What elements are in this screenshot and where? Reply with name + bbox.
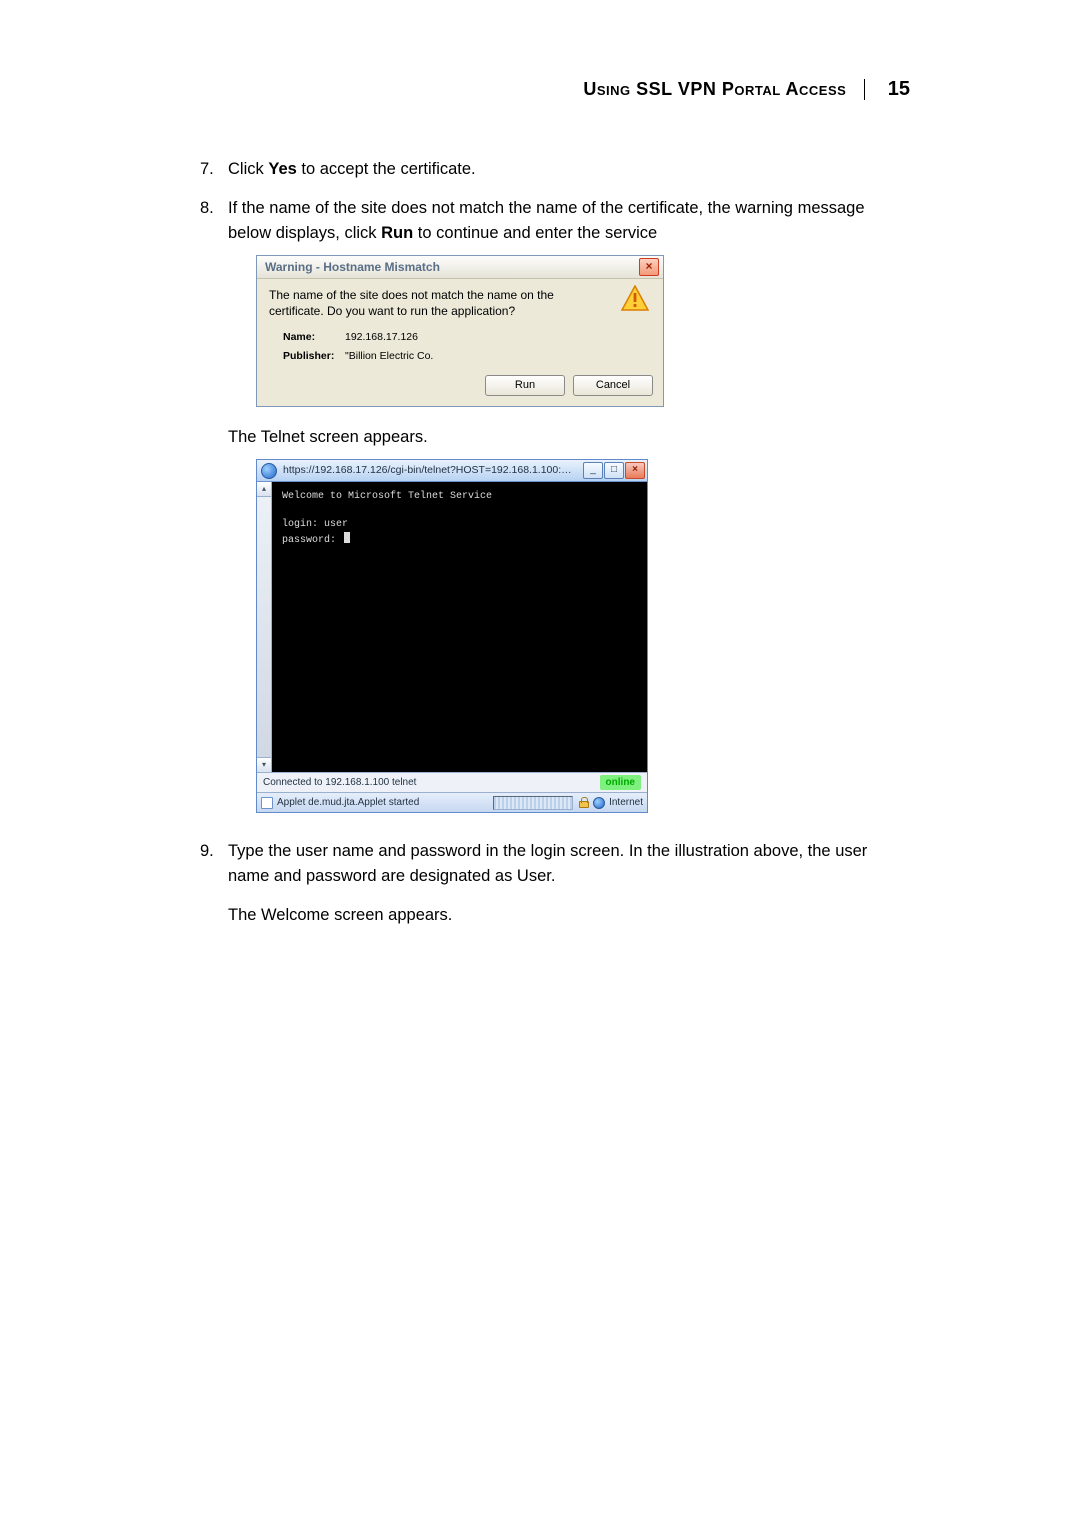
- field-value: "Billion Electric Co.: [345, 349, 433, 365]
- status-bar-connection: Connected to 192.168.1.100 telnet online: [257, 772, 647, 792]
- close-button[interactable]: ×: [625, 462, 645, 479]
- field-label: Name:: [283, 330, 345, 346]
- step-9-followup: The Welcome screen appears.: [228, 903, 910, 928]
- close-icon[interactable]: ×: [639, 258, 659, 276]
- instruction-list: 7. Click Yes to accept the certificate. …: [200, 157, 910, 936]
- telnet-window: https://192.168.17.126/cgi-bin/telnet?HO…: [256, 459, 648, 813]
- section-title: Using SSL VPN Portal Access: [583, 79, 865, 100]
- connection-status: Connected to 192.168.1.100 telnet: [263, 775, 416, 790]
- dialog-titlebar: Warning - Hostname Mismatch ×: [257, 256, 663, 279]
- text: Click: [228, 160, 268, 178]
- figure-warning-dialog: Warning - Hostname Mismatch × The name o…: [256, 255, 910, 406]
- document-page: Using SSL VPN Portal Access 15 7. Click …: [0, 0, 1080, 1528]
- text: Type the user name and password in the l…: [228, 839, 910, 889]
- dialog-title: Warning - Hostname Mismatch: [265, 258, 440, 276]
- cancel-button[interactable]: Cancel: [573, 375, 653, 396]
- login-label: login:: [282, 519, 324, 530]
- cursor-icon: [344, 532, 350, 543]
- field-value: 192.168.17.126: [345, 330, 418, 346]
- window-titlebar: https://192.168.17.126/cgi-bin/telnet?HO…: [257, 460, 647, 482]
- scroll-down-icon[interactable]: ▾: [257, 757, 271, 772]
- applet-status: Applet de.mud.jta.Applet started: [277, 795, 419, 810]
- window-buttons: _ □ ×: [583, 462, 645, 479]
- status-left: Applet de.mud.jta.Applet started: [261, 795, 487, 810]
- step-body: If the name of the site does not match t…: [228, 196, 910, 832]
- window-body: ▴ ▾ Welcome to Microsoft Telnet Service …: [257, 482, 647, 772]
- dialog-message: The name of the site does not match the …: [269, 287, 611, 319]
- step-body: Type the user name and password in the l…: [228, 839, 910, 935]
- password-label: password:: [282, 535, 342, 546]
- bold-text: Run: [381, 224, 413, 242]
- dialog-message-row: The name of the site does not match the …: [257, 279, 663, 323]
- applet-icon: [261, 797, 273, 809]
- bold-text: Yes: [268, 160, 296, 178]
- scroll-up-icon[interactable]: ▴: [257, 482, 271, 497]
- field-label: Publisher:: [283, 349, 345, 365]
- step-9: 9. Type the user name and password in th…: [200, 839, 910, 935]
- dialog-buttons: Run Cancel: [257, 369, 663, 406]
- terminal-output[interactable]: Welcome to Microsoft Telnet Service logi…: [272, 482, 647, 772]
- login-value: user: [324, 519, 348, 530]
- page-header: Using SSL VPN Portal Access 15: [200, 78, 910, 101]
- terminal-line: Welcome to Microsoft Telnet Service: [282, 491, 492, 502]
- figure-telnet-window: https://192.168.17.126/cgi-bin/telnet?HO…: [256, 459, 910, 813]
- progress-placeholder: [493, 796, 573, 810]
- step-number: 8.: [200, 196, 228, 832]
- field-name: Name: 192.168.17.126: [283, 330, 647, 346]
- text: to accept the certificate.: [297, 160, 476, 178]
- text: to continue and enter the service: [413, 224, 657, 242]
- run-button[interactable]: Run: [485, 375, 565, 396]
- globe-icon: [593, 797, 605, 809]
- minimize-button[interactable]: _: [583, 462, 603, 479]
- step-number: 7.: [200, 157, 228, 188]
- online-indicator: online: [600, 775, 641, 790]
- step-body: Click Yes to accept the certificate.: [228, 157, 910, 188]
- page-number: 15: [870, 78, 910, 101]
- ie-icon: [261, 463, 277, 479]
- step-7: 7. Click Yes to accept the certificate.: [200, 157, 910, 188]
- step-8-followup: The Telnet screen appears.: [228, 425, 910, 450]
- scrollbar[interactable]: ▴ ▾: [257, 482, 272, 772]
- step-number: 9.: [200, 839, 228, 935]
- step-8: 8. If the name of the site does not matc…: [200, 196, 910, 832]
- window-title: https://192.168.17.126/cgi-bin/telnet?HO…: [283, 463, 577, 479]
- lock-icon: [579, 798, 589, 808]
- maximize-button[interactable]: □: [604, 462, 624, 479]
- dialog-fields: Name: 192.168.17.126 Publisher: "Billion…: [257, 324, 663, 366]
- warning-icon: [621, 285, 649, 311]
- status-bar-browser: Applet de.mud.jta.Applet started Interne…: [257, 792, 647, 812]
- warning-dialog: Warning - Hostname Mismatch × The name o…: [256, 255, 664, 406]
- zone-label: Internet: [609, 795, 643, 810]
- field-publisher: Publisher: "Billion Electric Co.: [283, 349, 647, 365]
